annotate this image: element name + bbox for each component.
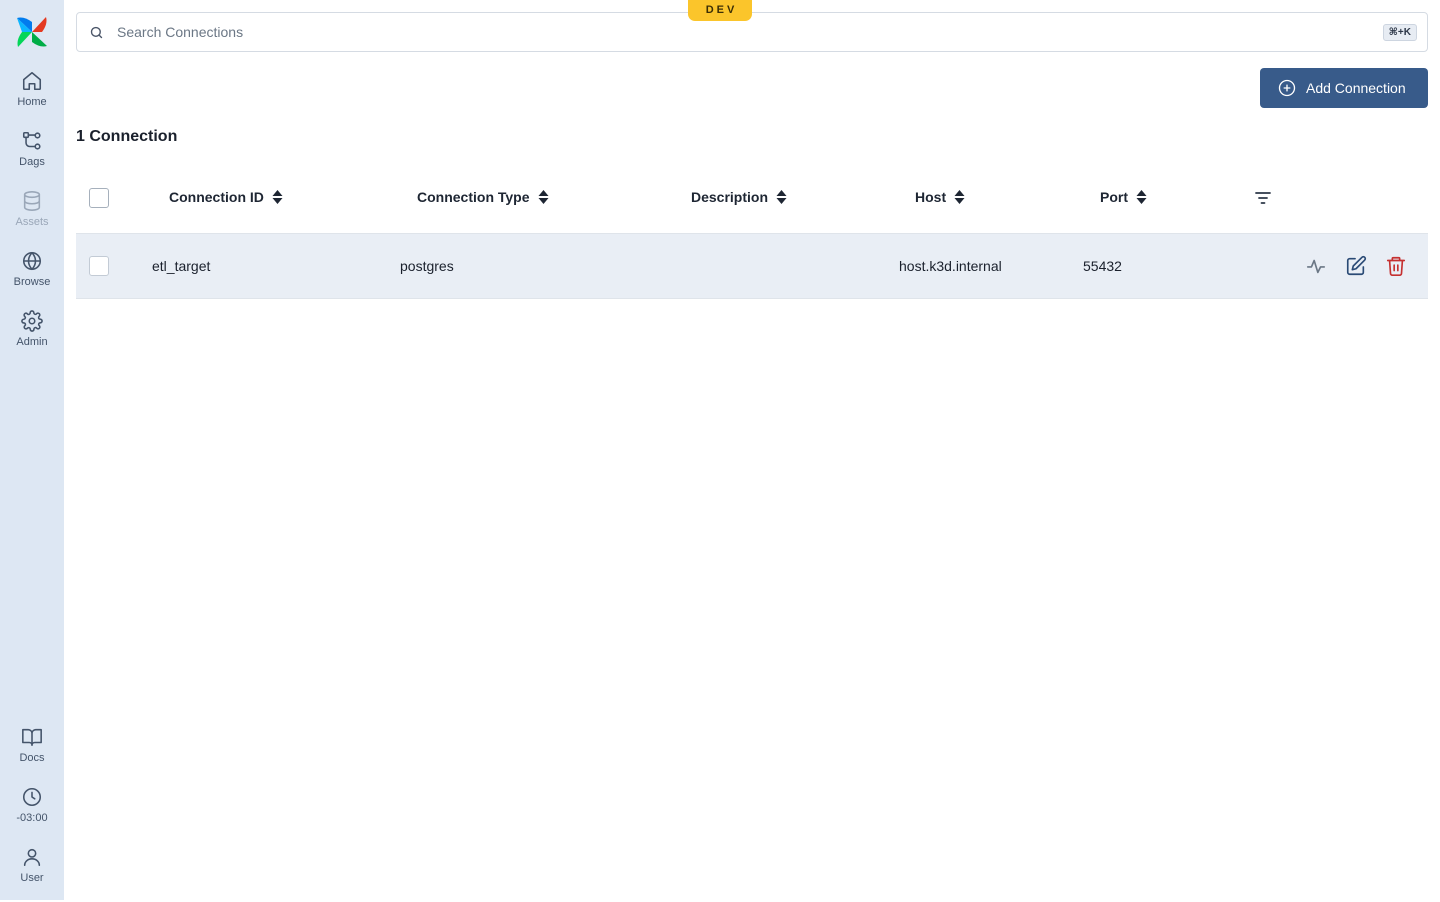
environment-badge: DEV xyxy=(688,0,752,21)
filter-icon[interactable] xyxy=(1254,190,1272,206)
nav-dags-label: Dags xyxy=(19,156,45,168)
nav-home[interactable]: Home xyxy=(0,70,64,126)
table-row[interactable]: etl_target postgres host.k3d.internal 55… xyxy=(76,234,1428,299)
column-label: Connection Type xyxy=(417,189,530,205)
nav-timezone[interactable]: -03:00 xyxy=(0,786,64,842)
column-label: Description xyxy=(691,189,769,205)
user-icon xyxy=(23,848,41,867)
test-connection-button[interactable] xyxy=(1305,255,1327,277)
column-header-connection-id[interactable]: Connection ID xyxy=(169,189,283,205)
delete-connection-button[interactable] xyxy=(1385,255,1407,277)
row-checkbox[interactable] xyxy=(89,256,109,276)
sort-icon xyxy=(954,190,965,204)
book-icon xyxy=(22,728,42,747)
globe-icon xyxy=(22,251,42,271)
edit-icon xyxy=(1346,255,1367,276)
column-header-description[interactable]: Description xyxy=(691,189,787,205)
select-all-checkbox[interactable] xyxy=(89,188,109,208)
nav-browse-label: Browse xyxy=(13,276,51,288)
nav-docs[interactable]: Docs xyxy=(0,726,64,782)
activity-icon xyxy=(1306,259,1326,274)
nav-docs-label: Docs xyxy=(19,752,45,764)
search-bar[interactable]: ⌘+K xyxy=(76,12,1428,52)
plus-circle-icon xyxy=(1278,79,1296,97)
connections-table: Connection ID Connection Type Descriptio… xyxy=(76,162,1428,299)
nav-browse[interactable]: Browse xyxy=(0,250,64,306)
column-header-host[interactable]: Host xyxy=(915,189,965,205)
dags-icon xyxy=(22,131,41,150)
add-connection-button[interactable]: Add Connection xyxy=(1260,68,1428,108)
nav-user[interactable]: User xyxy=(0,846,64,902)
cell-connection-id[interactable]: etl_target xyxy=(152,258,210,274)
column-header-connection-type[interactable]: Connection Type xyxy=(417,189,549,205)
table-header: Connection ID Connection Type Descriptio… xyxy=(76,162,1428,234)
cell-host: host.k3d.internal xyxy=(899,258,1002,274)
search-input[interactable] xyxy=(117,21,1317,43)
nav-timezone-label: -03:00 xyxy=(16,812,48,824)
sort-icon xyxy=(272,190,283,204)
database-icon xyxy=(23,191,41,211)
search-icon xyxy=(90,26,103,39)
nav-assets-label: Assets xyxy=(15,216,49,228)
edit-connection-button[interactable] xyxy=(1345,255,1367,277)
nav-assets: Assets xyxy=(0,190,64,246)
column-header-port[interactable]: Port xyxy=(1100,189,1147,205)
sort-icon xyxy=(776,190,787,204)
sidebar: Home Dags Assets Browse Admin Docs -03:0… xyxy=(0,0,64,900)
airflow-logo[interactable] xyxy=(14,14,50,50)
column-label: Connection ID xyxy=(169,189,264,205)
nav-user-label: User xyxy=(20,872,44,884)
add-connection-label: Add Connection xyxy=(1306,80,1406,96)
nav-admin-label: Admin xyxy=(16,336,48,348)
nav-admin[interactable]: Admin xyxy=(0,310,64,366)
nav-dags[interactable]: Dags xyxy=(0,130,64,186)
column-label: Port xyxy=(1100,189,1128,205)
connection-count: 1 Connection xyxy=(76,128,178,145)
sort-icon xyxy=(1136,190,1147,204)
cell-port: 55432 xyxy=(1083,258,1122,274)
sort-icon xyxy=(538,190,549,204)
trash-icon xyxy=(1386,256,1406,276)
column-label: Host xyxy=(915,189,947,205)
cell-connection-type: postgres xyxy=(400,258,454,274)
gear-icon xyxy=(21,310,43,332)
clock-icon xyxy=(22,787,42,807)
search-shortcut-badge: ⌘+K xyxy=(1382,24,1417,41)
home-icon xyxy=(22,71,42,91)
nav-home-label: Home xyxy=(17,96,47,108)
